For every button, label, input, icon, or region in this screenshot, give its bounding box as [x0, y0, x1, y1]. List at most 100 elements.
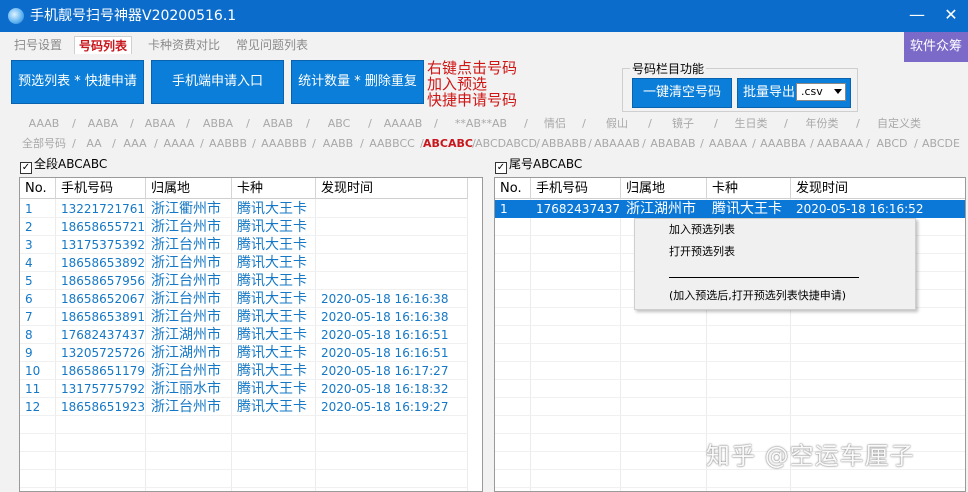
export-format-select[interactable]: .csv [796, 83, 846, 101]
minimize-button[interactable]: — [904, 4, 930, 26]
table-row[interactable]: 7 18658653891 浙江台州市 腾讯大王卡 2020-05-18 16:16:3… [20, 308, 468, 326]
filter-item[interactable]: ABAAAB [590, 134, 644, 153]
menu-item-add-preselect[interactable]: 加入预选列表 [669, 223, 735, 237]
clear-numbers-button[interactable]: 一键清空号码 [632, 78, 732, 108]
filter-item[interactable]: AAAAB [370, 114, 436, 133]
filter-item[interactable]: AAA [114, 134, 156, 153]
tab-number-list[interactable]: 号码列表 [74, 36, 133, 54]
table-cell: 腾讯大王卡 [237, 381, 307, 397]
chevron-down-icon [834, 89, 842, 94]
filter-item[interactable]: ABCD [868, 134, 916, 153]
filter-item[interactable]: AAAA [156, 134, 202, 153]
table-cell: 浙江台州市 [151, 399, 221, 415]
column-header[interactable]: No. [20, 178, 56, 199]
filter-item[interactable]: ABCABC [422, 134, 474, 153]
filter-item[interactable]: ABAA [132, 114, 188, 133]
left-segment-checkbox[interactable]: ✓ 全段ABCABC [20, 157, 107, 174]
tab-bar: 扫号设置 号码列表 卡种资费对比 常见问题列表 [0, 32, 968, 56]
filter-item[interactable]: ABCDABCD [474, 134, 538, 153]
tab-scan-settings[interactable]: 扫号设置 [10, 36, 66, 54]
filter-item[interactable]: ABBA [188, 114, 248, 133]
table-row[interactable]: 3 13175375392 浙江台州市 腾讯大王卡 [20, 236, 468, 254]
right-tail-checkbox[interactable]: ✓ 尾号ABCABC [495, 157, 582, 174]
filter-item[interactable]: AABAAA [812, 134, 868, 153]
filter-item[interactable]: AABB [314, 134, 362, 153]
hint-line: 快捷申请号码 [427, 91, 518, 109]
row-divider [495, 397, 965, 398]
title-bar: 手机靓号扫号神器V20200516.1 — ✕ [0, 0, 968, 32]
filter-item[interactable]: AAABBA [754, 134, 812, 153]
filter-item[interactable]: AABA [74, 114, 132, 133]
column-header[interactable]: 归属地 [621, 178, 707, 199]
filter-item[interactable]: **AB**AB [436, 114, 526, 133]
filter-item[interactable]: 镜子 [650, 114, 716, 133]
column-header[interactable]: 卡种 [232, 178, 316, 199]
table-row[interactable]: 12 18658651923 浙江台州市 腾讯大王卡 2020-05-18 16:19:… [20, 398, 468, 416]
filter-item[interactable]: ABAB [248, 114, 308, 133]
column-header[interactable]: 手机号码 [56, 178, 146, 199]
filter-item[interactable]: ABCDE [916, 134, 966, 153]
column-header[interactable]: 发现时间 [316, 178, 468, 199]
preselect-apply-button[interactable]: 预选列表 * 快捷申请 [11, 60, 144, 104]
table-cell: 浙江台州市 [151, 363, 221, 379]
table-row[interactable]: 2 18658655721 浙江台州市 腾讯大王卡 [20, 218, 468, 236]
table-cell: 浙江台州市 [151, 255, 221, 271]
filter-item[interactable]: AABAA [702, 134, 754, 153]
menu-item-open-preselect[interactable]: 打开预选列表 [669, 245, 735, 259]
tab-faq[interactable]: 常见问题列表 [232, 36, 312, 54]
table-cell: 腾讯大王卡 [237, 255, 307, 271]
filter-item[interactable]: 自定义类 [858, 114, 940, 133]
column-header[interactable]: 归属地 [146, 178, 232, 199]
table-cell: 2020-05-18 16:17:27 [321, 364, 449, 378]
filter-item[interactable]: ABC [308, 114, 370, 133]
table-cell: 浙江台州市 [151, 291, 221, 307]
table-row[interactable]: 4 18658653892 浙江台州市 腾讯大王卡 [20, 254, 468, 272]
column-header[interactable]: No. [495, 178, 531, 199]
table-cell: 4 [25, 256, 33, 270]
filter-item[interactable]: ABABAB [644, 134, 702, 153]
row-divider [20, 487, 468, 488]
filter-item[interactable]: AAABBB [254, 134, 314, 153]
count-dedup-button[interactable]: 统计数量 * 删除重复 [291, 60, 424, 104]
filter-item[interactable]: AAAB [14, 114, 74, 133]
filter-item[interactable]: 情侣 [526, 114, 584, 133]
table-cell: 3 [25, 238, 33, 252]
filter-item[interactable]: 全部号码 [14, 134, 74, 153]
table-row[interactable]: 11 13175775792 浙江丽水市 腾讯大王卡 2020-05-18 16:18:… [20, 380, 468, 398]
table-cell: 11 [25, 382, 41, 396]
left-checkbox-label: 全段ABCABC [34, 157, 108, 171]
table-row[interactable]: 5 18658657956 浙江台州市 腾讯大王卡 [20, 272, 468, 290]
crowdfund-button[interactable]: 软件众筹 [904, 32, 968, 62]
hint-line: 加入预选 [427, 75, 488, 93]
row-divider [495, 379, 965, 380]
table-cell: 1 [25, 202, 33, 216]
table-row[interactable]: 9 13205725726 浙江湖州市 腾讯大王卡 2020-05-18 16:16:5… [20, 344, 468, 362]
filter-item[interactable]: 假山 [584, 114, 650, 133]
table-cell: 腾讯大王卡 [237, 327, 307, 343]
filter-item[interactable]: AABBCC [362, 134, 422, 153]
column-header[interactable]: 卡种 [707, 178, 791, 199]
filter-item[interactable]: AABBB [202, 134, 254, 153]
filter-item[interactable]: AA [74, 134, 114, 153]
filter-item[interactable]: ABBABB [538, 134, 590, 153]
table-cell: 12 [25, 400, 41, 414]
table-row[interactable]: 1 13221721761 浙江衢州市 腾讯大王卡 [20, 200, 468, 218]
mobile-entry-button[interactable]: 手机端申请入口 [151, 60, 284, 104]
table-row[interactable]: 1 17682437437 浙江湖州市 腾讯大王卡 2020-05-18 16:16:5… [495, 200, 965, 218]
close-button[interactable]: ✕ [938, 4, 964, 26]
checkbox-check-icon: ✓ [20, 162, 32, 174]
table-row[interactable]: 10 18658651179 浙江台州市 腾讯大王卡 2020-05-18 16:17:… [20, 362, 468, 380]
table-row[interactable]: 8 17682437437 浙江湖州市 腾讯大王卡 2020-05-18 16:16:5… [20, 326, 468, 344]
row-divider [495, 325, 965, 326]
filter-row-1: AAAB / AABA / ABAA / ABBA / ABAB / ABC / AAAAB / **AB*… [14, 114, 964, 133]
filter-item[interactable]: 年份类 [786, 114, 858, 133]
left-number-table[interactable]: No. 手机号码 归属地 卡种 发现时间 1 13221721761 浙江衢州市 腾讯大王卡 2 1… [19, 177, 483, 492]
column-divider [530, 199, 531, 491]
table-cell: 7 [25, 310, 33, 324]
column-header[interactable]: 发现时间 [791, 178, 965, 199]
table-row[interactable]: 6 18658652067 浙江台州市 腾讯大王卡 2020-05-18 16:16:3… [20, 290, 468, 308]
table-cell: 浙江台州市 [151, 219, 221, 235]
filter-item[interactable]: 生日类 [716, 114, 786, 133]
column-header[interactable]: 手机号码 [531, 178, 621, 199]
tab-fee-compare[interactable]: 卡种资费对比 [144, 36, 224, 54]
